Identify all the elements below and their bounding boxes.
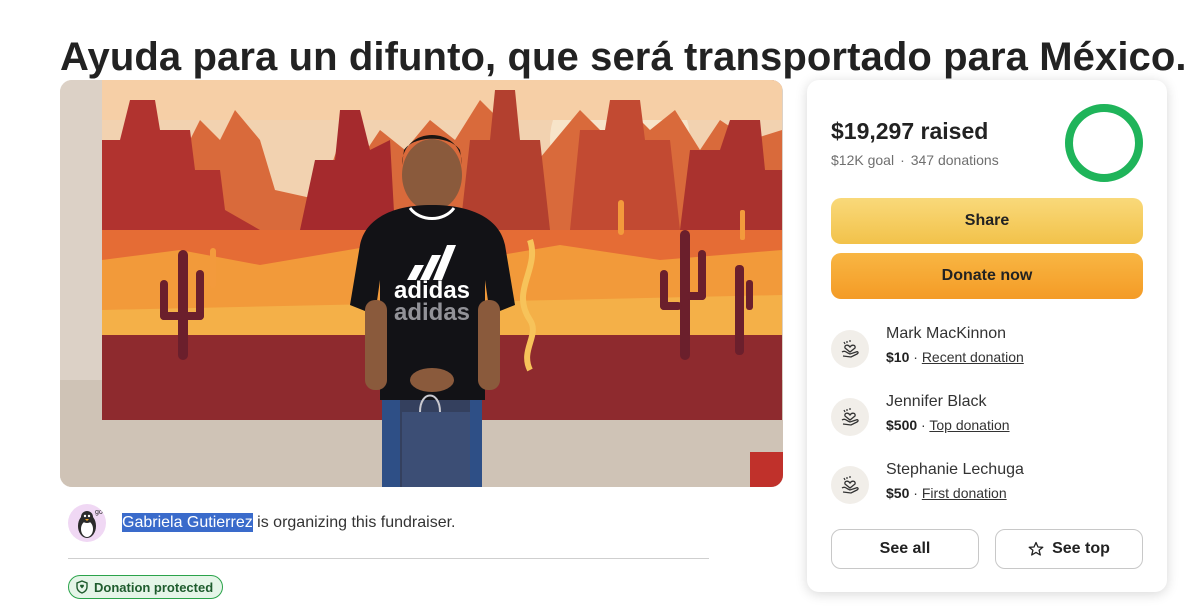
donor-name: Stephanie Lechuga [886,461,1024,478]
donation-item: Jennifer Black $500 · Top donation [831,393,1143,437]
see-top-label: See top [1052,540,1110,557]
heart-hands-icon [831,330,869,368]
organizer-avatar[interactable]: go [68,504,106,542]
donation-item: Stephanie Lechuga $50 · First donation [831,461,1143,505]
shield-icon [75,580,89,594]
donation-amount: $500 [886,417,918,433]
goal-line: $12K goal · 347 donations [831,152,999,168]
donation-amount: $50 [886,485,910,501]
donation-amount: $10 [886,349,910,365]
divider [68,558,709,559]
progress-ring [1063,102,1145,189]
svg-text:go: go [95,509,103,516]
donor-name: Mark MacKinnon [886,325,1007,342]
donor-meta: $10 · Recent donation [886,349,1024,365]
heart-hands-icon [831,466,869,504]
see-top-button[interactable]: See top [995,529,1143,569]
donation-tag-link[interactable]: Top donation [929,417,1009,433]
donation-item: Mark MacKinnon $10 · Recent donation [831,325,1143,369]
star-icon [1028,541,1044,557]
donor-meta: $50 · First donation [886,485,1007,501]
donation-count: 347 donations [910,152,999,168]
goal-separator: · [900,152,905,168]
donation-tag-link[interactable]: Recent donation [922,349,1024,365]
donation-protected-label: Donation protected [94,579,214,595]
svg-text:adidas: adidas [394,299,470,326]
organizer-row: go Gabriela Gutierrez is organizing this… [68,503,456,543]
campaign-photo[interactable]: adidas adidas [60,80,783,487]
meta-separator: · [909,349,922,365]
donor-meta: $500 · Top donation [886,417,1010,433]
organizer-name[interactable]: Gabriela Gutierrez [122,513,253,532]
goal-amount: $12K goal [831,152,895,168]
heart-hands-icon [831,398,869,436]
penguin-icon: go [78,509,103,538]
donor-name: Jennifer Black [886,393,987,410]
organizer-text: Gabriela Gutierrez is organizing this fu… [122,513,456,532]
organizer-suffix: is organizing this fundraiser. [252,514,456,531]
page-title: Ayuda para un difunto, que será transpor… [60,34,1187,79]
donate-now-button[interactable]: Donate now [831,253,1143,299]
donation-tag-link[interactable]: First donation [922,485,1007,501]
share-button[interactable]: Share [831,198,1143,244]
donation-protected-badge[interactable]: Donation protected [68,575,224,599]
meta-separator: · [917,417,930,433]
see-all-button[interactable]: See all [831,529,979,569]
amount-raised: $19,297 raised [831,118,989,144]
donation-card: $19,297 raised $12K goal · 347 donations S… [807,80,1167,592]
meta-separator: · [909,485,922,501]
